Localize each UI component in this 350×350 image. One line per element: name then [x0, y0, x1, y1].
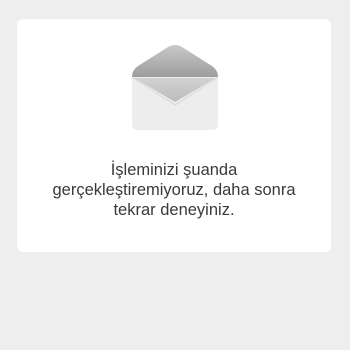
error-message-line: İşleminizi şuanda: [110, 161, 238, 179]
envelope-icon: [130, 44, 220, 132]
error-card: İşleminizi şuanda gerçekleştiremiyoruz, …: [17, 19, 331, 252]
error-message-line: tekrar deneyiniz.: [113, 201, 235, 219]
error-message-line: gerçekleştiremiyoruz, daha sonra: [52, 181, 296, 199]
error-message: İşleminizi şuanda gerçekleştiremiyoruz, …: [17, 160, 331, 220]
